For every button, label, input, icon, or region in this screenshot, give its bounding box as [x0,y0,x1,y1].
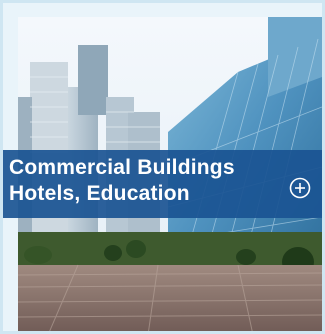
category-banner[interactable]: Commercial Buildings Hotels, Education [3,150,322,218]
category-tile[interactable]: Commercial Buildings Hotels, Education [0,0,325,334]
plus-circle-icon[interactable] [289,177,311,199]
title-line-2: Hotels, Education [9,182,190,205]
category-title: Commercial Buildings Hotels, Education [9,155,299,207]
title-line-1: Commercial Buildings [9,156,235,179]
